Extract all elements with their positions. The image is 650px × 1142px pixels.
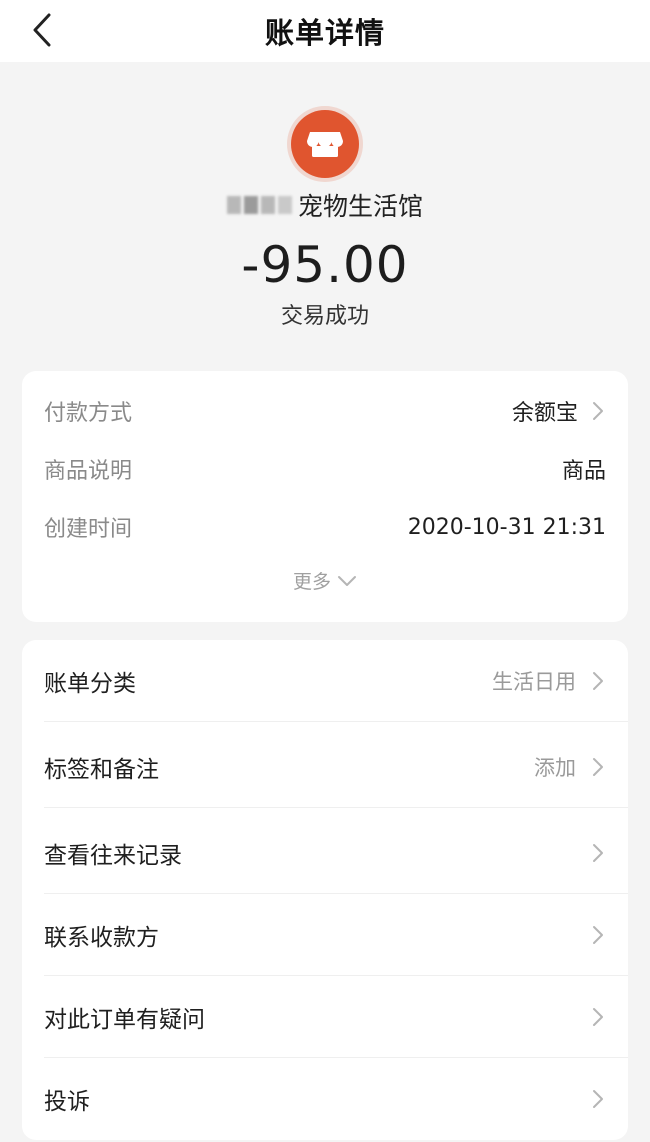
order-question-label: 对此订单有疑问 (44, 1006, 205, 1033)
payment-method-label: 付款方式 (44, 401, 133, 426)
more-label: 更多 (292, 571, 331, 593)
bill-category-label: 账单分类 (44, 670, 136, 697)
created-time-row: 创建时间 2020-10-31 21:31 (44, 507, 606, 547)
merchant-name: 宠物生活馆 (0, 185, 650, 225)
chevron-right-icon (593, 1007, 603, 1026)
merchant-avatar (291, 110, 359, 178)
more-button[interactable]: 更多 (22, 567, 628, 594)
transaction-status: 交易成功 (280, 304, 369, 329)
created-time-label: 创建时间 (44, 517, 133, 542)
view-history-label: 查看往来记录 (44, 842, 182, 869)
transaction-amount: -95.00 (241, 236, 409, 294)
chevron-down-icon (338, 575, 356, 586)
complaint-row[interactable]: 投诉 (44, 1058, 628, 1140)
store-icon (307, 132, 343, 157)
page-title: 账单详情 (264, 16, 385, 50)
navigation-bar: 账单详情 (0, 0, 650, 62)
payment-method-value: 余额宝 (511, 401, 578, 426)
chevron-right-icon (593, 925, 603, 944)
chevron-right-icon (593, 1090, 603, 1108)
redacted-name (226, 196, 292, 214)
view-history-row[interactable]: 查看往来记录 (44, 812, 628, 894)
created-time-value: 2020-10-31 21:31 (407, 514, 606, 540)
actions-card: 账单分类 生活日用 标签和备注 添加 查看往来记录 联系收款方 对此订单有疑问 … (22, 640, 628, 1140)
transaction-details-card: 付款方式 余额宝 商品说明 商品 创建时间 2020-10-31 21:31 更… (22, 371, 628, 622)
tags-notes-value: 添加 (534, 755, 576, 780)
product-description-label: 商品说明 (44, 459, 133, 484)
order-question-row[interactable]: 对此订单有疑问 (44, 976, 628, 1058)
contact-payee-label: 联系收款方 (44, 924, 159, 951)
chevron-right-icon (593, 671, 603, 690)
product-description-row: 商品说明 商品 (44, 449, 606, 489)
chevron-right-icon (593, 402, 603, 420)
merchant-name-text: 宠物生活馆 (297, 192, 423, 221)
contact-payee-row[interactable]: 联系收款方 (44, 894, 628, 976)
tags-notes-row[interactable]: 标签和备注 添加 (44, 726, 628, 808)
product-description-value: 商品 (561, 459, 606, 484)
bill-category-row[interactable]: 账单分类 生活日用 (44, 640, 628, 722)
complaint-label: 投诉 (44, 1089, 90, 1115)
tags-notes-label: 标签和备注 (44, 756, 159, 783)
payment-method-row[interactable]: 付款方式 余额宝 (44, 391, 606, 431)
bill-category-value: 生活日用 (492, 669, 576, 694)
chevron-right-icon (593, 843, 603, 862)
chevron-right-icon (593, 757, 603, 776)
